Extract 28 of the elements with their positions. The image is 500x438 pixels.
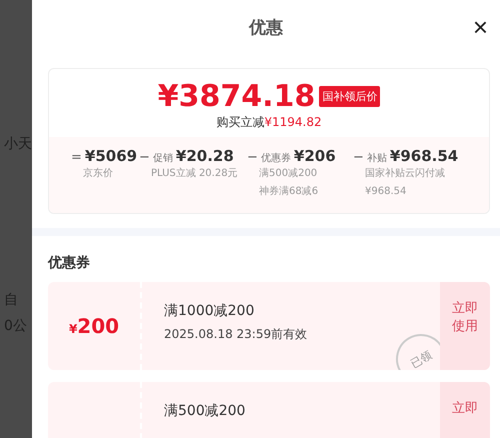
final-price: ¥3874.18 (158, 79, 316, 114)
breakdown-note: 满500减200 (258, 166, 318, 181)
breakdown-note: 国家补贴云闪付减¥968.54 (364, 166, 446, 199)
breakdown-note: 京东价 (82, 166, 114, 181)
breakdown-label: 促销 (152, 152, 173, 165)
coupon-validity: 2025.08.18 23:59前有效 (164, 326, 308, 343)
breakdown-value: ¥206 (294, 147, 336, 165)
coupon-title: 满1000减200 (164, 302, 256, 320)
use-button[interactable]: 立即使用 (440, 282, 490, 370)
section-title: 优惠券 (48, 254, 91, 272)
coupon-title: 满500减200 (164, 402, 246, 420)
breakdown-label: 优惠券 (260, 152, 291, 165)
breakdown-note: 神券满68减6 (258, 184, 320, 199)
breakdown-value: ¥968.54 (390, 147, 458, 165)
operator-sign: − (247, 150, 258, 165)
price-tag: 国补领后价 (319, 86, 380, 107)
coupon-amount: ¥200 (68, 314, 120, 338)
breakdown-value: ¥20.28 (176, 147, 234, 165)
close-button[interactable]: × (468, 14, 492, 40)
sheet-title: 优惠 (249, 17, 283, 39)
breakdown-note: PLUS立减 20.28元 (150, 166, 239, 181)
saving-text: 购买立减¥1194.82 (216, 114, 322, 131)
operator-sign: − (139, 150, 150, 165)
operator-sign: = (71, 150, 82, 165)
breakdown-value: ¥5069 (84, 147, 138, 165)
breakdown-label: 补贴 (366, 152, 387, 165)
operator-sign: − (353, 150, 364, 165)
use-button[interactable]: 立即 (440, 382, 490, 438)
